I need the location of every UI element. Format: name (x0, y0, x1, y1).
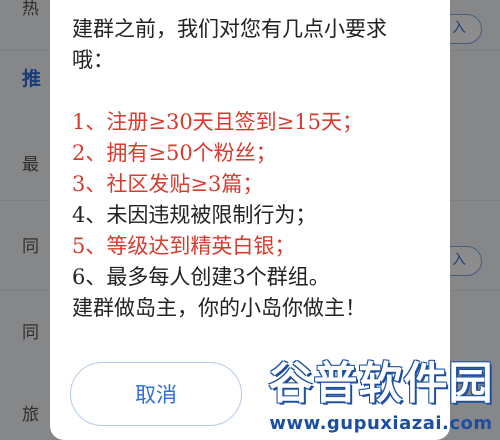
requirement-line: 2、拥有≥50个粉丝； (72, 141, 277, 165)
cancel-button[interactable]: 取消 (70, 362, 242, 426)
watermark-url: www.gupuxiazai.com (269, 413, 493, 434)
requirement-line (72, 76, 434, 107)
requirement-line: 4、未因违规被限制行为； (72, 203, 317, 227)
requirement-line: 建群之前，我们对您有几点小要求 (72, 17, 387, 41)
requirement-line: 6、最多每人创建3个群组。 (72, 265, 330, 289)
site-watermark: 谷普软件园 www.gupuxiazai.com (262, 356, 500, 440)
requirement-line: 3、社区发贴≥3篇； (72, 172, 264, 196)
watermark-logo: 谷普软件园 (268, 358, 494, 409)
requirement-line: 1、注册≥30天且签到≥15天； (72, 110, 363, 134)
requirement-line: 建群做岛主，你的小岛你做主！ (72, 296, 366, 320)
requirement-line: 哦： (72, 48, 114, 72)
requirement-line: 5、等级达到精英白银； (72, 234, 296, 258)
requirements-text: 建群之前，我们对您有几点小要求 哦： 1、注册≥30天且签到≥15天； 2、拥有≥50… (72, 14, 434, 324)
